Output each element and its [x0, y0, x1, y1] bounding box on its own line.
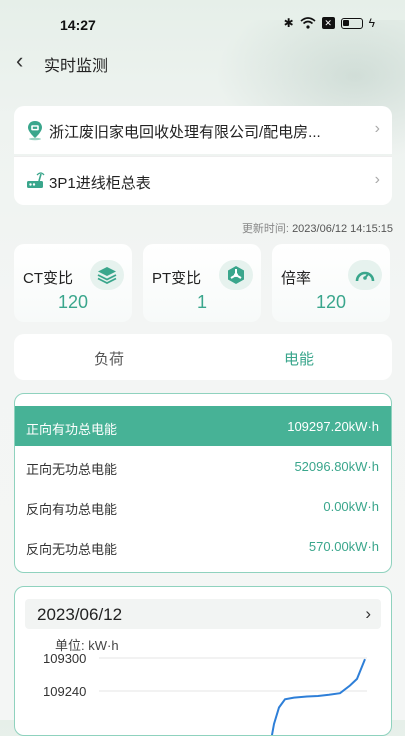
- gauge-icon: [348, 260, 382, 290]
- fan-icon: [219, 260, 253, 290]
- notification-icon: ✕: [321, 17, 335, 29]
- system-icons: ✱ ✕ ϟ: [284, 16, 375, 30]
- chart-card: 2023/06/12 › 单位: kW·h 109300 109240: [14, 586, 392, 736]
- meter-selector[interactable]: 3P1进线柜总表 ›: [14, 157, 392, 205]
- energy-list: 正向有功总电能 109297.20kW·h 正向无功总电能 52096.80kW…: [14, 393, 392, 573]
- page-title: 实时监测: [44, 58, 109, 75]
- battery-icon: [340, 17, 363, 29]
- chevron-right-icon: ›: [374, 171, 380, 188]
- location-pin-icon: [28, 121, 42, 141]
- back-button[interactable]: ‹: [16, 50, 23, 72]
- stat-label: 倍率: [281, 270, 312, 287]
- stat-card-pt: PT变比 1: [143, 244, 261, 322]
- charging-icon: ϟ: [368, 16, 375, 30]
- tab-load[interactable]: 负荷: [94, 348, 124, 369]
- stat-label: PT变比: [152, 270, 202, 287]
- update-value: 2023/06/12 14:15:15: [292, 223, 393, 235]
- energy-label: 反向有功总电能: [26, 502, 118, 517]
- chevron-right-icon: ›: [374, 120, 380, 137]
- stat-value: 120: [57, 292, 89, 312]
- layers-icon: [90, 260, 124, 290]
- clock: 14:27: [60, 17, 96, 33]
- energy-value: 570.00kW·h: [308, 539, 379, 554]
- energy-value: 52096.80kW·h: [294, 459, 379, 474]
- series-line: [270, 658, 366, 735]
- site-name: 浙江废旧家电回收处理有限公司/配电房...: [49, 124, 321, 141]
- energy-row[interactable]: 反向无功总电能 570.00kW·h: [15, 526, 391, 566]
- update-time: 更新时间: 2023/06/12 14:15:15: [242, 220, 393, 236]
- meter-name: 3P1进线柜总表: [49, 175, 151, 192]
- stat-value: 1: [196, 292, 207, 312]
- energy-row[interactable]: 正向有功总电能 109297.20kW·h: [15, 406, 391, 446]
- stat-value: 120: [315, 292, 347, 312]
- energy-label: 正向无功总电能: [26, 462, 118, 477]
- update-label: 更新时间:: [241, 223, 289, 235]
- site-selector[interactable]: 浙江废旧家电回收处理有限公司/配电房... ›: [14, 106, 392, 154]
- wifi-icon: [300, 17, 316, 29]
- y-tick-label: 109240: [43, 684, 86, 699]
- energy-row[interactable]: 正向无功总电能 52096.80kW·h: [15, 446, 391, 486]
- y-tick-label: 109300: [43, 651, 86, 666]
- energy-value: 109297.20kW·h: [287, 419, 379, 434]
- stat-card-ct: CT变比 120: [14, 244, 132, 322]
- energy-row[interactable]: 反向有功总电能 0.00kW·h: [15, 486, 391, 526]
- energy-label: 正向有功总电能: [26, 422, 118, 437]
- energy-label: 反向无功总电能: [26, 542, 118, 557]
- bluetooth-icon: ✱: [283, 16, 294, 30]
- stat-label: CT变比: [23, 270, 73, 287]
- tab-bar: 负荷 电能: [14, 334, 392, 380]
- energy-value: 0.00kW·h: [323, 499, 379, 514]
- nav-bar: ‹ 实时监测: [0, 42, 405, 82]
- stat-card-ratio: 倍率 120: [272, 244, 390, 322]
- tab-energy[interactable]: 电能: [284, 348, 314, 369]
- router-icon: [27, 172, 45, 188]
- line-chart: 109300 109240: [43, 651, 367, 735]
